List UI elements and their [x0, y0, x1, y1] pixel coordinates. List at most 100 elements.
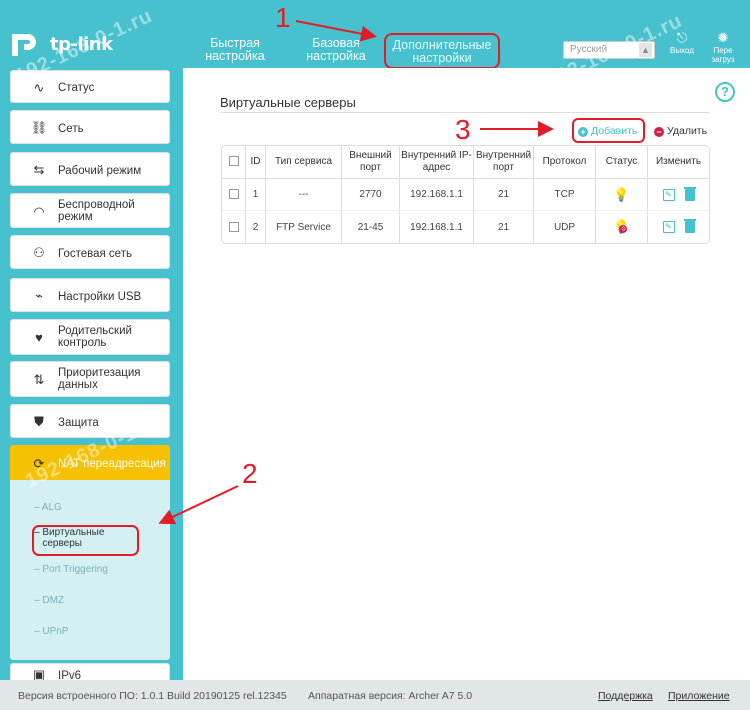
row-status[interactable]: 💡: [596, 179, 648, 211]
tab-quick-setup[interactable]: Быстрая настройка: [200, 37, 270, 63]
header-line: адрес: [422, 162, 451, 173]
select-all-header[interactable]: [222, 146, 246, 179]
reboot-icon: ✺: [717, 30, 729, 45]
submenu-label: DMZ: [42, 595, 65, 606]
sidebar-item-label: Защита: [58, 417, 99, 429]
main-content: Виртуальные серверы ? + Добавить − Удалить…: [183, 68, 750, 680]
trash-icon[interactable]: [683, 186, 696, 201]
label-line: контроль: [58, 337, 107, 349]
usb-icon: ⌁: [35, 288, 43, 303]
submenu-item-alg[interactable]: – ALG: [34, 502, 62, 513]
trash-icon[interactable]: [683, 219, 696, 233]
tab-basic-setup[interactable]: Базовая настройка: [296, 37, 376, 63]
sidebar-item-operation-mode[interactable]: ⇆ Рабочий режим: [10, 152, 170, 186]
label-line: данных: [58, 379, 98, 391]
edit-icon[interactable]: ✎: [662, 221, 675, 233]
table-row: 2 FTP Service 21-45 192.168.1.1 21 UDP 💡…: [222, 211, 709, 243]
row-actions: ✎: [648, 211, 709, 243]
submenu-item-port-triggering[interactable]: – Port Triggering: [34, 564, 108, 575]
bulb-off-icon[interactable]: 💡⦸: [613, 219, 629, 235]
col-status: Статус: [596, 146, 648, 179]
sidebar-item-label: Гостевая сеть: [58, 248, 132, 260]
bulb-on-icon[interactable]: 💡: [613, 187, 629, 203]
annotation-number-3: 3: [455, 114, 471, 145]
row-checkbox[interactable]: [228, 189, 239, 200]
annotation-number-1: 1: [275, 2, 291, 33]
sidebar-item-network[interactable]: ⛓ Сеть: [10, 110, 170, 144]
plus-icon: +: [578, 127, 588, 137]
col-internal-port: Внутренний порт: [474, 146, 534, 179]
col-id: ID: [246, 146, 266, 179]
wifi-icon: ◠: [33, 204, 45, 219]
network-icon: ⛓: [30, 120, 48, 135]
col-service-type: Тип сервиса: [266, 146, 342, 179]
row-select-cell[interactable]: [222, 179, 246, 211]
delete-button[interactable]: − Удалить: [654, 125, 707, 137]
row-id: 1: [246, 179, 266, 211]
annotation-number-2: 2: [242, 458, 258, 489]
sidebar-item-label: Рабочий режим: [58, 165, 142, 177]
row-select-cell[interactable]: [222, 211, 246, 243]
row-external-port: 2770: [342, 179, 400, 211]
delete-label: Удалить: [667, 125, 708, 137]
row-id: 2: [246, 211, 266, 243]
row-internal-port: 21: [474, 179, 534, 211]
submenu-label: Port Triggering: [42, 564, 108, 575]
col-protocol: Протокол: [534, 146, 596, 179]
logout-label: Выход: [670, 46, 694, 55]
sidebar-item-label: Родительский контроль: [58, 325, 132, 349]
support-link[interactable]: Поддержка: [598, 690, 653, 702]
header-line: Внешний: [349, 150, 392, 161]
tab-label: настройки: [412, 51, 472, 65]
sidebar-item-label: Сеть: [58, 123, 84, 135]
nat-submenu: – ALG – Виртуальные серверы – Port Trigg…: [10, 480, 170, 660]
firmware-version: Версия встроенного ПО: 1.0.1 Build 20190…: [18, 690, 287, 702]
sidebar-item-guest-network[interactable]: ⚇ Гостевая сеть: [10, 235, 170, 269]
label-line: режим: [58, 211, 93, 223]
sidebar-item-usb[interactable]: ⌁ Настройки USB: [10, 278, 170, 312]
title-divider: [220, 112, 710, 113]
row-actions: ✎: [648, 179, 709, 211]
sidebar-item-label: Настройки USB: [58, 291, 142, 303]
select-all-checkbox[interactable]: [228, 156, 239, 167]
tab-advanced-setup[interactable]: Дополнительные настройки: [384, 33, 500, 69]
row-checkbox[interactable]: [228, 221, 239, 232]
row-internal-port: 21: [474, 211, 534, 243]
row-status[interactable]: 💡⦸: [596, 211, 648, 243]
app-link[interactable]: Приложение: [668, 690, 730, 702]
sidebar-item-qos[interactable]: ⇅ Приоритезация данных: [10, 361, 170, 397]
col-external-port: Внешний порт: [342, 146, 400, 179]
add-button[interactable]: + Добавить: [572, 118, 645, 143]
label-line: Беспроводной: [58, 199, 135, 211]
submenu-label: ALG: [41, 502, 62, 513]
row-internal-ip: 192.168.1.1: [400, 211, 474, 243]
shield-icon: ⛊: [34, 414, 44, 429]
submenu-item-dmz[interactable]: – DMZ: [34, 595, 64, 606]
guest-icon: ⚇: [33, 245, 45, 260]
header-line: Внутренний IP-: [401, 150, 472, 161]
sidebar-item-wireless[interactable]: ◠ Беспроводной режим: [10, 193, 170, 228]
label-line: Родительский: [58, 325, 132, 337]
row-service: FTP Service: [266, 211, 342, 243]
hardware-version: Аппаратная версия: Archer A7 5.0: [308, 690, 473, 702]
reboot-label: загруз: [711, 55, 735, 64]
header-line: Внутренний: [475, 150, 532, 161]
help-icon[interactable]: ?: [715, 82, 735, 102]
col-internal-ip: Внутренний IP- адрес: [400, 146, 474, 179]
submenu-item-upnp[interactable]: – UPnP: [34, 626, 68, 637]
sidebar-item-parental-control[interactable]: ♥ Родительский контроль: [10, 319, 170, 355]
edit-icon[interactable]: ✎: [662, 188, 675, 201]
label-line: Приоритезация: [58, 367, 141, 379]
row-protocol: TCP: [534, 179, 596, 211]
annotation-highlight-virtual-servers: [32, 525, 139, 556]
table-header-row: ID Тип сервиса Внешний порт Внутренний I…: [222, 146, 709, 179]
sidebar-item-label: Статус: [58, 82, 95, 94]
heart-icon: ♥: [35, 330, 43, 345]
reboot-button[interactable]: ✺ Пере загруз: [708, 30, 738, 64]
virtual-servers-table: ID Тип сервиса Внешний порт Внутренний I…: [221, 145, 710, 244]
sidebar: ∿ Статус ⛓ Сеть ⇆ Рабочий режим ◠ Беспро…: [0, 68, 183, 683]
mode-icon: ⇆: [33, 162, 45, 177]
add-label: Добавить: [591, 125, 638, 137]
table-row: 1 --- 2770 192.168.1.1 21 TCP 💡 ✎: [222, 179, 709, 211]
reboot-label: Пере: [713, 46, 733, 55]
